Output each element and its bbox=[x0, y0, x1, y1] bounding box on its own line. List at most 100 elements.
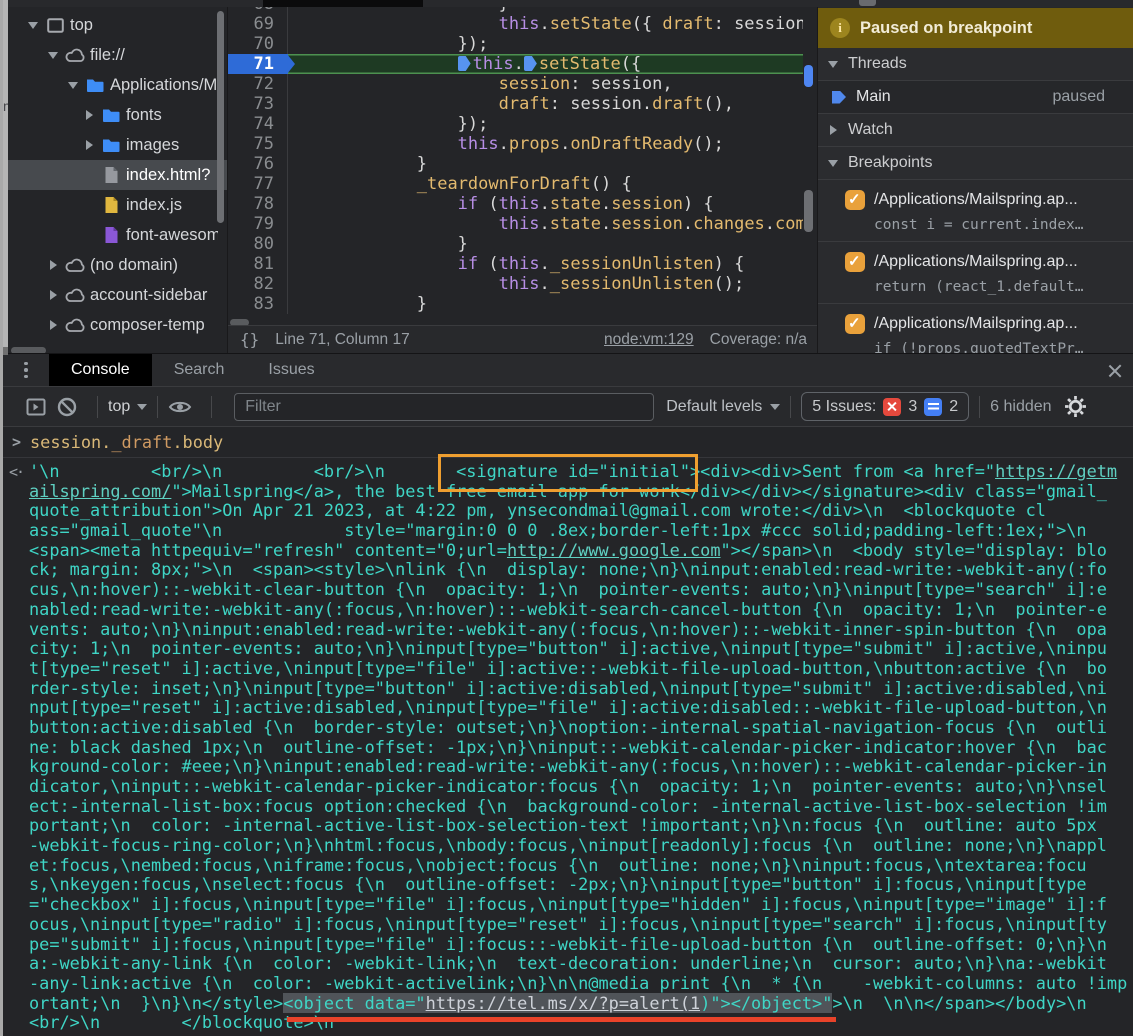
code-line-content: draft: session.draft(), bbox=[288, 94, 805, 114]
line-number-77[interactable]: 77 bbox=[228, 174, 288, 194]
tree-item-no-domain[interactable]: (no domain) bbox=[8, 250, 218, 280]
tree-item-fonts[interactable]: fonts bbox=[8, 100, 218, 130]
gear-icon[interactable] bbox=[1064, 395, 1087, 418]
chevron-right-icon[interactable] bbox=[42, 250, 64, 280]
file-tree: topfile://Applications/Mfontsimagesindex… bbox=[8, 10, 227, 340]
line-number-78[interactable]: 78 bbox=[228, 194, 288, 214]
chevron-down-icon[interactable] bbox=[62, 70, 84, 100]
breakpoint-item[interactable]: /Applications/Mailspring.ap...return (re… bbox=[818, 242, 1133, 304]
breakpoint-item[interactable]: /Applications/Mailspring.ap...if (!props… bbox=[818, 304, 1133, 353]
file-tree-vertical-scrollbar[interactable] bbox=[217, 11, 224, 223]
context-selector[interactable]: top bbox=[108, 398, 147, 416]
thread-row-main[interactable]: Main paused bbox=[818, 81, 1133, 114]
annotation-orange-box bbox=[438, 454, 698, 492]
line-number-82[interactable]: 82 bbox=[228, 274, 288, 294]
editor-line-80[interactable]: 80} bbox=[228, 234, 805, 254]
tree-item-index-js[interactable]: index.js bbox=[8, 190, 218, 220]
breakpoint-checkbox[interactable] bbox=[845, 190, 865, 210]
editor-vertical-scrollbar[interactable] bbox=[803, 14, 816, 324]
editor-line-69[interactable]: 69this.setState({ draft: session.d bbox=[228, 14, 805, 34]
tree-indent-spacer bbox=[78, 160, 100, 190]
editor-line-82[interactable]: 82this._sessionUnlisten(); bbox=[228, 274, 805, 294]
line-number-81[interactable]: 81 bbox=[228, 254, 288, 274]
command-token: _draft bbox=[111, 432, 172, 452]
chevron-down-icon[interactable] bbox=[22, 10, 44, 40]
clear-console-icon[interactable] bbox=[56, 396, 78, 418]
tab-issues[interactable]: Issues bbox=[246, 354, 336, 386]
console-link[interactable]: https://getm bbox=[995, 461, 1117, 481]
editor-line-74[interactable]: 74}); bbox=[228, 114, 805, 134]
pretty-print-icon[interactable]: {} bbox=[240, 330, 259, 349]
tree-item-file[interactable]: file:// bbox=[8, 40, 218, 70]
editor-scroll-thumb[interactable] bbox=[804, 190, 813, 232]
chevron-down-icon[interactable] bbox=[42, 40, 64, 70]
tree-item-account-sidebar[interactable]: account-sidebar bbox=[8, 280, 218, 310]
line-number-71[interactable]: 71 bbox=[228, 54, 288, 74]
tab-search[interactable]: Search bbox=[152, 354, 247, 386]
chevron-right-icon bbox=[818, 115, 848, 145]
line-number-76[interactable]: 76 bbox=[228, 154, 288, 174]
log-levels-selector[interactable]: Default levels bbox=[666, 398, 780, 416]
editor-line-72[interactable]: 72session: session, bbox=[228, 74, 805, 94]
line-number-83[interactable]: 83 bbox=[228, 294, 288, 314]
line-number-68[interactable]: 68 bbox=[228, 7, 288, 14]
line-number-label: 70 bbox=[254, 34, 274, 54]
close-icon[interactable] bbox=[1105, 361, 1125, 381]
editor-line-73[interactable]: 73draft: session.draft(), bbox=[228, 94, 805, 114]
console-text: a:-webkit-any-link {\n color: -webkit-li… bbox=[29, 953, 1107, 973]
hidden-messages-count[interactable]: 6 hidden bbox=[990, 398, 1051, 416]
console-link[interactable]: https://tel.ms/x/?p=alert(1 bbox=[426, 993, 701, 1013]
tree-item-composer-temp[interactable]: composer-temp bbox=[8, 310, 218, 340]
code-token: } bbox=[458, 234, 468, 254]
breakpoint-checkbox[interactable] bbox=[845, 314, 865, 334]
line-number-70[interactable]: 70 bbox=[228, 34, 288, 54]
editor-line-83[interactable]: 83} bbox=[228, 294, 805, 314]
editor-line-77[interactable]: 77_teardownForDraft() { bbox=[228, 174, 805, 194]
filter-input[interactable] bbox=[234, 393, 654, 421]
paused-marker-icon[interactable] bbox=[524, 56, 537, 71]
tree-item-font-awesome[interactable]: font-awesome bbox=[8, 220, 218, 250]
code-editor[interactable]: 68}69this.setState({ draft: session.d70}… bbox=[228, 7, 818, 353]
line-number-73[interactable]: 73 bbox=[228, 94, 288, 114]
editor-line-75[interactable]: 75this.props.onDraftReady(); bbox=[228, 134, 805, 154]
chevron-right-icon[interactable] bbox=[78, 100, 100, 130]
paused-marker-icon[interactable] bbox=[458, 56, 471, 71]
tree-item-index-html[interactable]: index.html? bbox=[8, 160, 228, 190]
line-number-75[interactable]: 75 bbox=[228, 134, 288, 154]
editor-line-79[interactable]: 79this.state.session.changes.commi bbox=[228, 214, 805, 234]
tree-item-top[interactable]: top bbox=[8, 10, 218, 40]
source-location-link[interactable]: node:vm:129 bbox=[604, 331, 694, 349]
console-link[interactable]: ailspring.com/ bbox=[29, 481, 171, 501]
line-number-69[interactable]: 69 bbox=[228, 14, 288, 34]
editor-line-68[interactable]: 68} bbox=[228, 7, 805, 14]
line-number-79[interactable]: 79 bbox=[228, 214, 288, 234]
eye-icon[interactable] bbox=[168, 399, 192, 415]
show-console-sidebar-icon[interactable] bbox=[25, 396, 47, 418]
tree-item-images[interactable]: images bbox=[8, 130, 218, 160]
issues-counter[interactable]: 5 Issues: 3 2 bbox=[801, 392, 969, 421]
line-number-label: 74 bbox=[254, 114, 274, 134]
editor-line-71[interactable]: 71this.setState({ bbox=[228, 54, 805, 74]
line-number-80[interactable]: 80 bbox=[228, 234, 288, 254]
threads-section-header[interactable]: Threads bbox=[818, 48, 1133, 81]
code-token: changes bbox=[693, 214, 765, 234]
editor-line-70[interactable]: 70}); bbox=[228, 34, 805, 54]
tab-console[interactable]: Console bbox=[49, 354, 152, 386]
watch-section-header[interactable]: Watch bbox=[818, 114, 1133, 147]
console-text: button:active:disabled {\n border-style:… bbox=[29, 717, 1107, 737]
editor-line-76[interactable]: 76} bbox=[228, 154, 805, 174]
editor-line-78[interactable]: 78if (this.state.session) { bbox=[228, 194, 805, 214]
tree-item-applications-m[interactable]: Applications/M bbox=[8, 70, 218, 100]
breakpoints-section-header[interactable]: Breakpoints bbox=[818, 147, 1133, 180]
chevron-right-icon[interactable] bbox=[78, 130, 100, 160]
breakpoint-item[interactable]: /Applications/Mailspring.ap...const i = … bbox=[818, 180, 1133, 242]
chevron-right-icon[interactable] bbox=[42, 310, 64, 340]
editor-line-81[interactable]: 81if (this._sessionUnlisten) { bbox=[228, 254, 805, 274]
breakpoint-checkbox[interactable] bbox=[845, 252, 865, 272]
line-number-72[interactable]: 72 bbox=[228, 74, 288, 94]
kebab-menu-icon[interactable] bbox=[3, 354, 49, 386]
line-number-74[interactable]: 74 bbox=[228, 114, 288, 134]
code-token: this bbox=[499, 254, 540, 274]
chevron-right-icon[interactable] bbox=[42, 280, 64, 310]
console-link[interactable]: http://www.google.com bbox=[507, 540, 721, 560]
